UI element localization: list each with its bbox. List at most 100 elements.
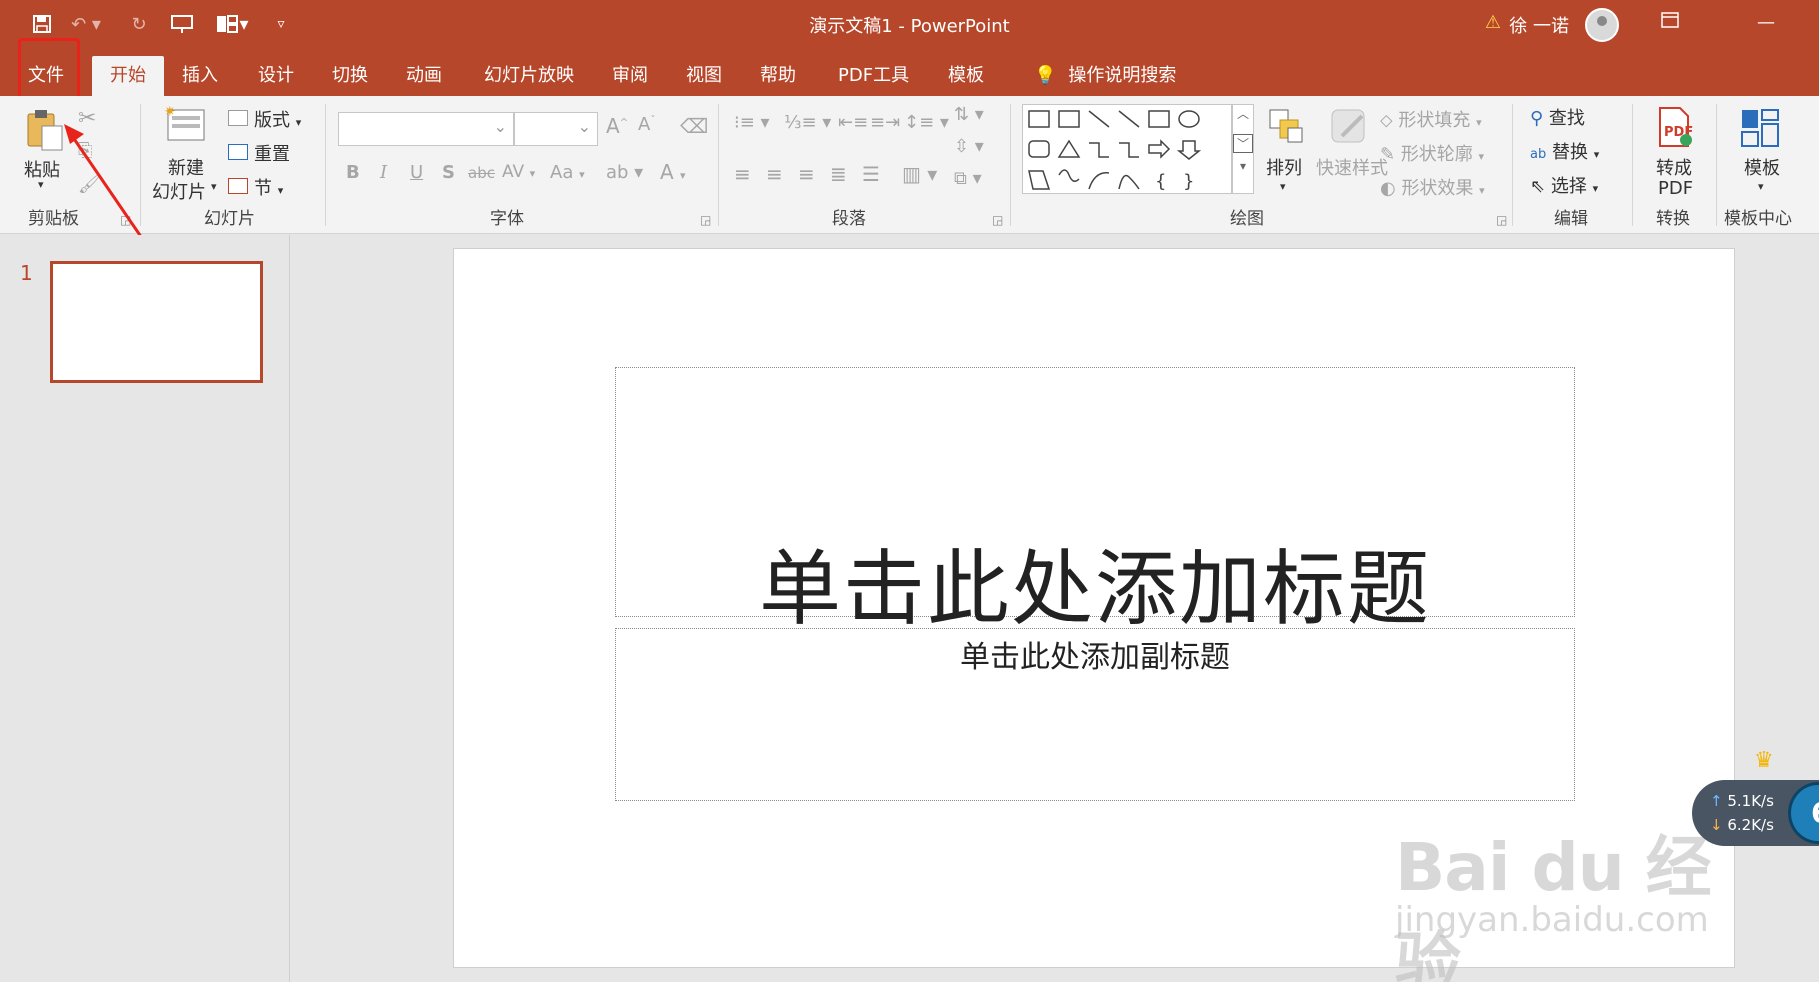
tab-insert[interactable]: 插入: [170, 56, 230, 96]
pdf-icon[interactable]: PDF: [1654, 106, 1694, 152]
chevron-up-icon[interactable]: ︿: [1233, 105, 1253, 122]
title-placeholder[interactable]: 单击此处添加标题: [615, 367, 1575, 637]
shape-fill-button[interactable]: ⬦ 形状填充 ▾: [1380, 106, 1482, 132]
shapes-gallery[interactable]: { }: [1022, 104, 1232, 194]
user-name[interactable]: 徐 一诺: [1509, 12, 1569, 38]
text-direction-icon[interactable]: ⇅ ▾: [954, 104, 984, 125]
net-speed-widget[interactable]: ↑ 5.1K/s ↓ 6.2K/s 6: [1692, 780, 1819, 846]
replace-button[interactable]: ab 替换 ▾: [1530, 138, 1599, 164]
group-editing-label: 编辑: [1554, 209, 1588, 229]
numbering-icon[interactable]: ⅓≡ ▾: [784, 112, 831, 133]
line-spacing-icon[interactable]: ↕≡ ▾: [904, 112, 949, 133]
columns-icon[interactable]: ▥ ▾: [902, 162, 937, 186]
ribbon-display-icon[interactable]: [1661, 12, 1679, 33]
paste-dropdown-icon[interactable]: ▾: [38, 178, 44, 191]
smartart-icon[interactable]: ⧉ ▾: [954, 168, 982, 189]
drawing-launcher-icon[interactable]: ◲: [1496, 213, 1507, 227]
tell-me-search[interactable]: 💡 操作说明搜索: [1022, 56, 1188, 96]
convert-pdf-line1[interactable]: 转成: [1656, 154, 1692, 180]
bold-button[interactable]: B: [346, 162, 360, 183]
shadow-button[interactable]: S: [442, 162, 455, 183]
arrange-icon[interactable]: [1266, 106, 1306, 150]
paragraph-launcher-icon[interactable]: ◲: [992, 213, 1003, 227]
ribbon-tabs: 文件 开始 插入 设计 切换 动画 幻灯片放映 审阅 视图 帮助 PDF工具 模…: [0, 48, 1819, 96]
download-arrow-icon: ↓: [1710, 816, 1723, 834]
watermark-logo-text: Bai du 经验: [1395, 829, 1712, 982]
subtitle-placeholder[interactable]: 单击此处添加副标题: [615, 628, 1575, 801]
tab-animations[interactable]: 动画: [394, 56, 454, 96]
find-button[interactable]: ⚲ 查找: [1530, 104, 1585, 130]
align-right-icon[interactable]: ≡: [798, 162, 815, 186]
tab-template[interactable]: 模板: [936, 56, 996, 96]
minimize-icon[interactable]: —: [1757, 12, 1775, 33]
tab-review[interactable]: 审阅: [600, 56, 660, 96]
warning-icon[interactable]: ⚠: [1485, 12, 1501, 33]
separator: [718, 104, 719, 226]
align-center-icon[interactable]: ≡: [766, 162, 783, 186]
separator: [325, 104, 326, 226]
shapes-scroll[interactable]: ︿ ﹀ ▾: [1232, 104, 1254, 194]
font-launcher-icon[interactable]: ◲: [700, 213, 711, 227]
select-button[interactable]: ⇖ 选择 ▾: [1530, 172, 1598, 198]
tab-help[interactable]: 帮助: [748, 56, 808, 96]
convert-pdf-line2[interactable]: PDF: [1658, 178, 1693, 199]
align-text-icon[interactable]: ⇳ ▾: [954, 136, 984, 157]
highlight-icon[interactable]: ab ▾: [606, 162, 643, 183]
chevron-down-icon: ⌄: [493, 117, 507, 136]
bullets-icon[interactable]: ⁝≡ ▾: [734, 112, 770, 133]
new-slide-button-line1[interactable]: 新建: [168, 154, 204, 180]
underline-button[interactable]: U: [410, 162, 423, 183]
more-icon[interactable]: ▾: [1233, 159, 1253, 173]
subtitle-placeholder-text[interactable]: 单击此处添加副标题: [616, 632, 1574, 676]
increase-indent-icon[interactable]: ≡⇥: [870, 112, 900, 133]
new-slide-button-line2[interactable]: 幻灯片: [152, 178, 206, 204]
ribbon: 粘贴 ▾ ✂ ⎘ 🖌 剪贴板 ◲ ✷ 新建 幻灯片 ▾ 版式 ▾ 重置 节 ▾ …: [0, 96, 1819, 245]
template-icon[interactable]: [1738, 106, 1782, 154]
character-spacing-button[interactable]: AV ▾: [502, 162, 535, 182]
download-speed: ↓ 6.2K/s: [1710, 816, 1774, 834]
avatar[interactable]: [1585, 8, 1619, 42]
chevron-down-icon[interactable]: ﹀: [1233, 134, 1253, 153]
new-slide-dropdown-icon[interactable]: ▾: [211, 180, 217, 193]
tab-slideshow[interactable]: 幻灯片放映: [472, 56, 586, 96]
section-button[interactable]: 节 ▾: [254, 174, 283, 200]
quick-styles-button[interactable]: 快速样式: [1316, 154, 1388, 180]
file-tab-highlight: [18, 38, 80, 100]
speed-badge[interactable]: 6: [1788, 782, 1819, 844]
baidu-watermark: Bai du 经验 jingyan.baidu.com: [1395, 790, 1735, 982]
font-color-icon[interactable]: A ▾: [660, 160, 686, 184]
reset-button[interactable]: 重置: [254, 140, 290, 166]
font-size-combo[interactable]: ⌄: [514, 112, 598, 146]
justify-icon[interactable]: ≣: [830, 162, 847, 186]
tab-pdf-tools[interactable]: PDF工具: [826, 56, 921, 96]
watermark-url: jingyan.baidu.com: [1395, 900, 1709, 940]
distributed-icon[interactable]: ☰: [862, 162, 880, 186]
upload-speed: ↑ 5.1K/s: [1710, 792, 1774, 810]
tab-design[interactable]: 设计: [246, 56, 306, 96]
template-button[interactable]: 模板: [1744, 154, 1780, 180]
arrange-dropdown-icon[interactable]: ▾: [1280, 180, 1286, 193]
decrease-indent-icon[interactable]: ⇤≡: [838, 112, 868, 133]
italic-button[interactable]: I: [380, 162, 387, 183]
shape-outline-button[interactable]: ✎ 形状轮廓 ▾: [1380, 140, 1484, 166]
strikethrough-button[interactable]: abc: [468, 164, 495, 182]
arrange-button[interactable]: 排列: [1266, 154, 1302, 180]
grow-font-icon[interactable]: A^: [606, 114, 628, 138]
change-case-button[interactable]: Aa ▾: [550, 162, 585, 183]
group-template-label: 模板中心: [1724, 209, 1792, 229]
tab-home[interactable]: 开始: [92, 56, 164, 96]
clear-format-icon[interactable]: ⌫: [680, 114, 708, 138]
layout-button[interactable]: 版式 ▾: [254, 106, 301, 132]
quick-styles-icon[interactable]: [1328, 106, 1370, 150]
tab-transitions[interactable]: 切换: [320, 56, 380, 96]
slide-thumbnail[interactable]: [50, 261, 263, 383]
shrink-font-icon[interactable]: Aˇ: [638, 114, 655, 135]
font-name-combo[interactable]: ⌄: [338, 112, 514, 146]
tab-view[interactable]: 视图: [674, 56, 734, 96]
template-dropdown-icon[interactable]: ▾: [1758, 180, 1764, 193]
title-placeholder-text[interactable]: 单击此处添加标题: [616, 522, 1574, 641]
shape-effects-button[interactable]: ◐ 形状效果 ▾: [1380, 174, 1485, 200]
align-left-icon[interactable]: ≡: [734, 162, 751, 186]
reset-icon: [228, 144, 248, 160]
new-slide-icon[interactable]: ✷: [162, 104, 208, 148]
